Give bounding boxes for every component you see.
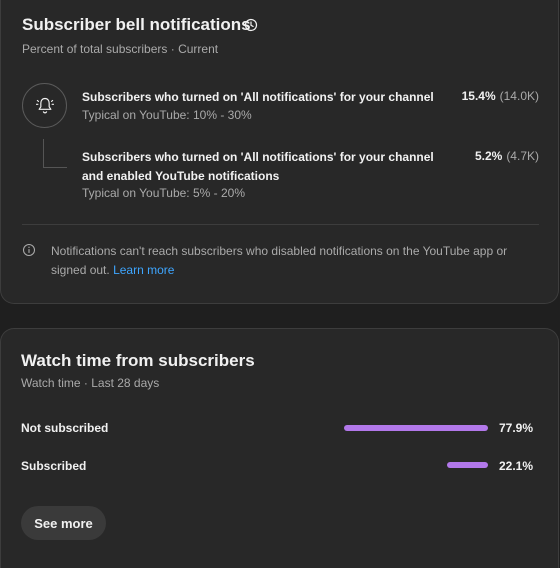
subscribed-bar-track (344, 462, 488, 468)
bell-notifications-card: Subscriber bell notifications Percent of… (0, 0, 559, 304)
bell-card-subtitle: Percent of total subscribers · Current (22, 42, 219, 56)
not-subscribed-percent: 77.9% (498, 421, 533, 435)
enabled-notifications-label: Subscribers who turned on 'All notificat… (82, 150, 434, 183)
divider (22, 224, 539, 225)
clock-history-icon[interactable] (244, 18, 258, 32)
enabled-notifications-value: 5.2% (4.7K) (475, 149, 539, 163)
all-notifications-typical: Typical on YouTube: 10% - 30% (82, 108, 252, 122)
bell-icon-badge (22, 83, 67, 128)
bell-icon (35, 97, 54, 113)
subscribed-label: Subscribed (21, 459, 87, 473)
watch-time-subtitle: Watch time · Last 28 days (21, 376, 160, 390)
all-notifications-value: 15.4% (14.0K) (462, 89, 539, 103)
tree-connector (43, 139, 67, 168)
all-notifications-label: Subscribers who turned on 'All notificat… (82, 90, 434, 104)
see-more-button[interactable]: See more (21, 506, 106, 540)
watch-time-title: Watch time from subscribers (21, 351, 255, 370)
not-subscribed-label: Not subscribed (21, 421, 109, 435)
all-notifications-percent: 15.4% (461, 89, 496, 103)
enabled-notifications-count: (4.7K) (506, 149, 539, 163)
subscribed-bar (447, 462, 488, 468)
bell-card-title: Subscriber bell notifications (22, 15, 251, 34)
not-subscribed-bar-track (344, 425, 488, 431)
enabled-notifications-typical: Typical on YouTube: 5% - 20% (82, 186, 245, 200)
notifications-info-text: Notifications can't reach subscribers wh… (51, 242, 531, 280)
all-notifications-count: (14.0K) (499, 89, 539, 103)
learn-more-link[interactable]: Learn more (113, 263, 174, 277)
enabled-notifications-percent: 5.2% (474, 149, 503, 163)
not-subscribed-bar (344, 425, 488, 431)
info-icon (22, 243, 36, 257)
subscribed-percent: 22.1% (498, 459, 533, 473)
